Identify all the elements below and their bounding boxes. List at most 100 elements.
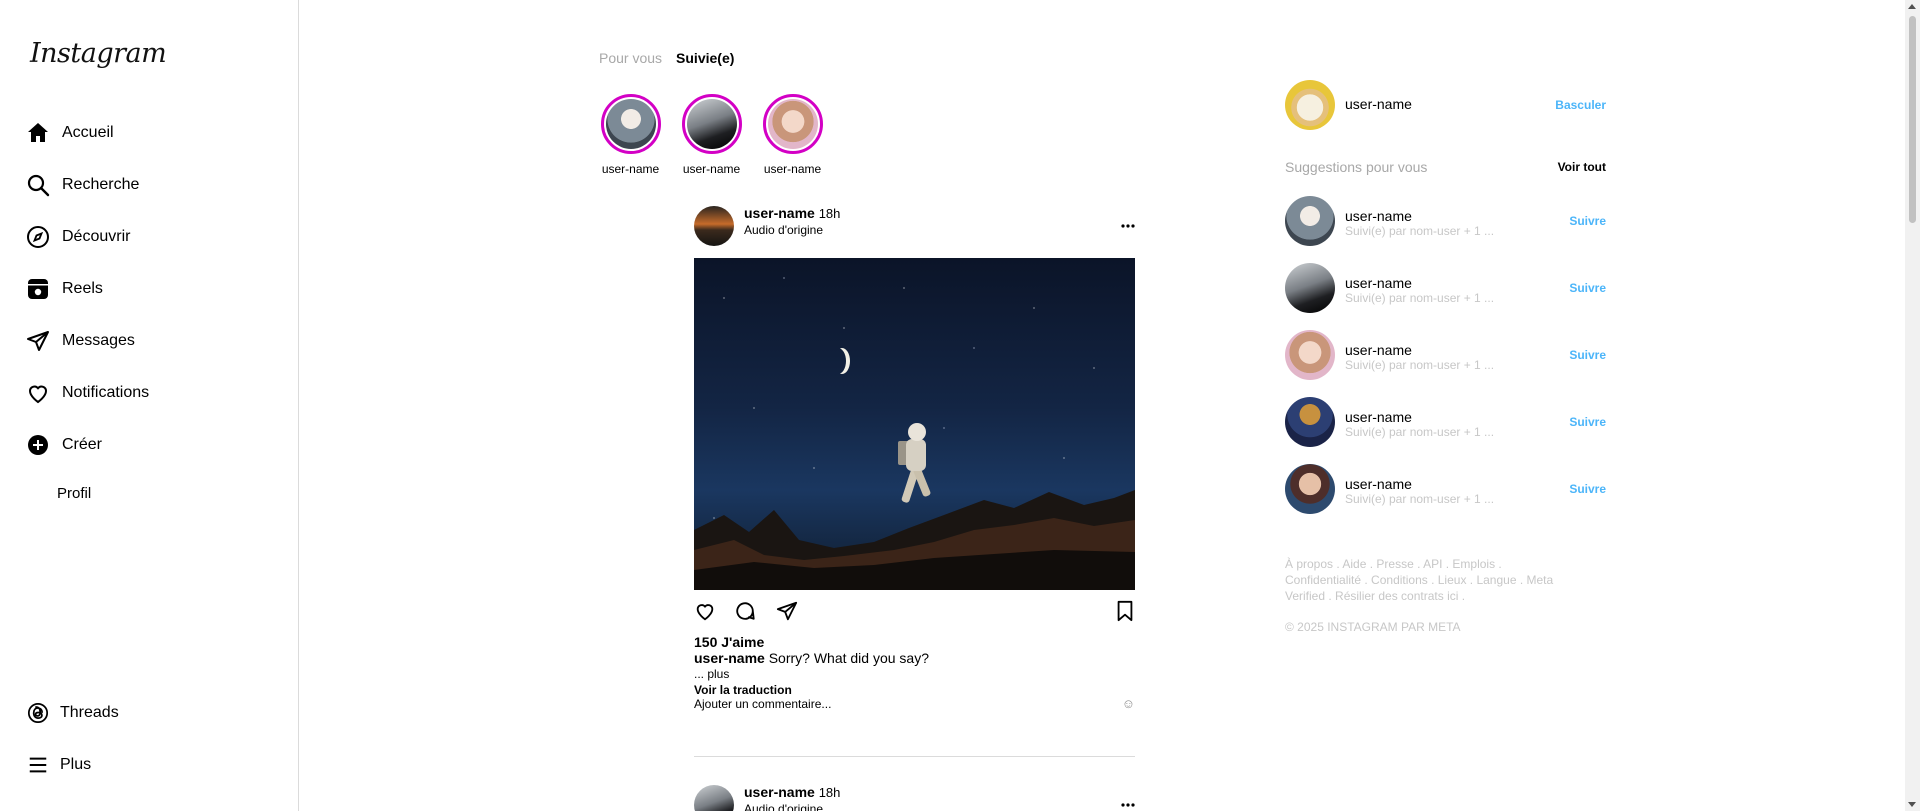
sidebar-item-plus[interactable]: Plus xyxy=(26,747,91,783)
suggestion-subtitle: Suivi(e) par nom-user + 1 ... xyxy=(1345,492,1495,506)
avatar[interactable] xyxy=(1285,80,1335,130)
avatar xyxy=(605,99,656,149)
post-actions xyxy=(694,600,1135,626)
story-item[interactable]: user-name xyxy=(599,94,662,176)
post-avatar[interactable] xyxy=(694,206,734,246)
follow-button[interactable]: Suivre xyxy=(1569,214,1606,228)
comment-input[interactable] xyxy=(694,697,1094,711)
sidebar-item-threads[interactable]: Threads xyxy=(26,695,119,731)
copyright: © 2025 INSTAGRAM PAR META xyxy=(1285,620,1461,634)
post-user-line: user-name 18h xyxy=(744,784,840,800)
sidebar-item-recherche[interactable]: Recherche xyxy=(26,167,139,203)
post-username[interactable]: user-name xyxy=(744,784,815,800)
avatar[interactable] xyxy=(1285,330,1335,380)
suggestion-item: user-name Suivi(e) par nom-user + 1 ... … xyxy=(1285,196,1606,246)
post-user-line: user-name 18h xyxy=(744,205,840,221)
sidebar-item-label: Profil xyxy=(57,484,92,502)
see-all-button[interactable]: Voir tout xyxy=(1558,160,1606,174)
avatar[interactable] xyxy=(1285,196,1335,246)
scroll-thumb[interactable] xyxy=(1909,16,1916,223)
footer-line[interactable]: Confidentialité . Conditions . Lieux . L… xyxy=(1285,572,1585,588)
suggestion-username[interactable]: user-name xyxy=(1345,476,1412,492)
follow-button[interactable]: Suivre xyxy=(1569,482,1606,496)
avatar[interactable] xyxy=(1285,464,1335,514)
post-image[interactable] xyxy=(694,258,1135,590)
tab-pour-vous[interactable]: Pour vous xyxy=(599,50,662,66)
instagram-logo[interactable]: Instagram xyxy=(30,38,167,69)
caption-username[interactable]: user-name xyxy=(694,650,765,666)
feed-tabs: Pour vous Suivie(e) xyxy=(599,50,734,66)
sidebar: Instagram Accueil Recherche Découvrir Re… xyxy=(0,0,299,811)
send-icon xyxy=(26,329,50,353)
switch-account-button[interactable]: Basculer xyxy=(1555,98,1606,112)
moon-shape xyxy=(830,348,846,374)
avatar[interactable] xyxy=(1285,397,1335,447)
post-caption: user-name Sorry? What did you say? xyxy=(694,650,929,666)
avatar[interactable] xyxy=(1285,263,1335,313)
translate-link[interactable]: Voir la traduction xyxy=(694,683,792,697)
compass-icon xyxy=(26,225,50,249)
story-item[interactable]: user-name xyxy=(761,94,824,176)
sidebar-item-decouvrir[interactable]: Découvrir xyxy=(26,219,130,255)
scrollbar[interactable] xyxy=(1905,0,1920,811)
suggestion-item: user-name Suivi(e) par nom-user + 1 ... … xyxy=(1285,330,1606,380)
more-options-icon[interactable] xyxy=(1121,215,1135,233)
suggestion-subtitle: Suivi(e) par nom-user + 1 ... xyxy=(1345,425,1495,439)
more-link[interactable]: ... plus xyxy=(694,667,729,681)
stories-bar: user-name user-name user-name xyxy=(599,94,824,176)
more-options-icon[interactable] xyxy=(1121,794,1135,811)
suggestion-username[interactable]: user-name xyxy=(1345,208,1412,224)
likes-count[interactable]: 150 J'aime xyxy=(694,634,764,650)
post-time: 18h xyxy=(818,206,841,221)
sidebar-item-profil[interactable]: Profil xyxy=(57,475,91,511)
comment-icon[interactable] xyxy=(734,600,756,627)
caption-text: Sorry? What did you say? xyxy=(764,650,929,666)
bookmark-icon[interactable] xyxy=(1115,600,1135,627)
follow-button[interactable]: Suivre xyxy=(1569,281,1606,295)
sidebar-item-label: Accueil xyxy=(62,124,114,141)
suggestion-subtitle: Suivi(e) par nom-user + 1 ... xyxy=(1345,224,1495,238)
sidebar-item-label: Threads xyxy=(60,704,119,721)
post-divider xyxy=(694,756,1135,757)
emoji-icon[interactable]: ☺ xyxy=(1122,696,1135,711)
post-username[interactable]: user-name xyxy=(744,205,815,221)
sidebar-item-label: Découvrir xyxy=(62,228,131,245)
sidebar-item-accueil[interactable]: Accueil xyxy=(26,115,114,151)
suggestion-username[interactable]: user-name xyxy=(1345,275,1412,291)
post-audio[interactable]: Audio d'origine xyxy=(744,223,823,237)
sidebar-item-messages[interactable]: Messages xyxy=(26,323,135,359)
current-username[interactable]: user-name xyxy=(1345,96,1412,112)
sidebar-item-creer[interactable]: Créer xyxy=(26,427,102,463)
story-ring xyxy=(762,94,823,154)
like-icon[interactable] xyxy=(694,600,716,627)
story-item[interactable]: user-name xyxy=(680,94,743,176)
story-ring xyxy=(681,94,742,154)
footer-line[interactable]: Verified . Résilier des contrats ici . xyxy=(1285,588,1585,604)
sidebar-item-label: Notifications xyxy=(62,384,150,401)
footer-line[interactable]: À propos . Aide . Presse . API . Emplois… xyxy=(1285,556,1585,572)
sidebar-item-label: Reels xyxy=(62,280,103,297)
suggestion-username[interactable]: user-name xyxy=(1345,342,1412,358)
suggestions-title: Suggestions pour vous xyxy=(1285,159,1428,175)
post-audio[interactable]: Audio d'origine xyxy=(744,802,823,811)
story-username: user-name xyxy=(601,162,660,176)
scroll-up-icon[interactable] xyxy=(1908,4,1916,9)
suggestion-item: user-name Suivi(e) par nom-user + 1 ... … xyxy=(1285,397,1606,447)
sidebar-item-notifications[interactable]: Notifications xyxy=(26,375,149,411)
sidebar-item-label: Créer xyxy=(62,436,103,453)
post-time: 18h xyxy=(818,785,841,800)
suggestion-subtitle: Suivi(e) par nom-user + 1 ... xyxy=(1345,358,1495,372)
share-icon[interactable] xyxy=(776,600,798,627)
tab-suivie[interactable]: Suivie(e) xyxy=(676,50,734,66)
footer-links: À propos . Aide . Presse . API . Emplois… xyxy=(1285,556,1585,604)
scroll-down-icon[interactable] xyxy=(1908,802,1916,807)
suggestion-username[interactable]: user-name xyxy=(1345,409,1412,425)
suggestion-item: user-name Suivi(e) par nom-user + 1 ... … xyxy=(1285,464,1606,514)
post-avatar[interactable] xyxy=(694,785,734,811)
story-username: user-name xyxy=(763,162,822,176)
follow-button[interactable]: Suivre xyxy=(1569,415,1606,429)
follow-button[interactable]: Suivre xyxy=(1569,348,1606,362)
sidebar-item-reels[interactable]: Reels xyxy=(26,271,103,307)
avatar xyxy=(686,99,737,149)
current-user-row: user-name Basculer xyxy=(1285,80,1606,130)
